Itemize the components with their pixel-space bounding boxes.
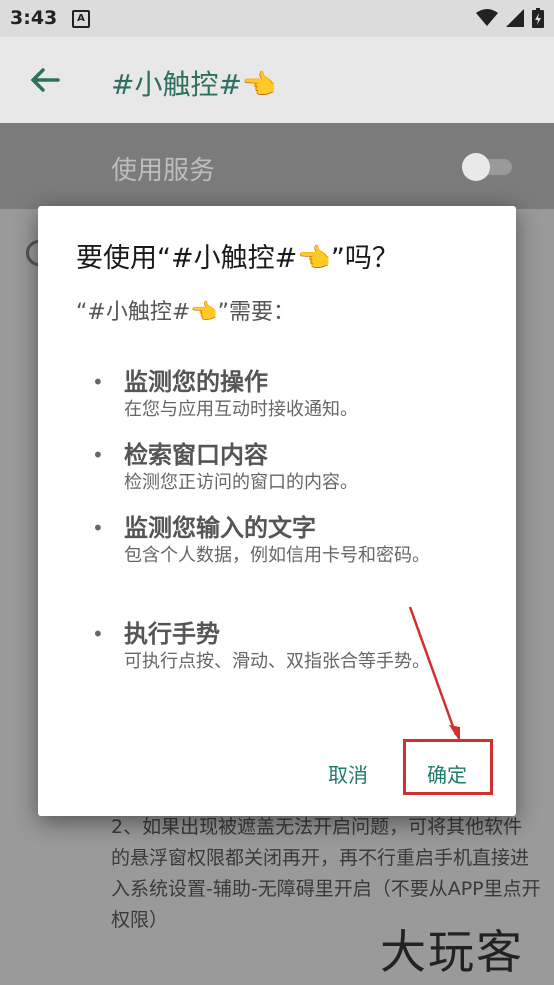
cancel-button[interactable]: 取消 <box>328 759 368 788</box>
bullet-icon: • <box>92 443 104 467</box>
confirm-highlight-box <box>403 739 493 795</box>
dialog-title: 要使用“#小触控#👈”吗？ <box>76 243 399 274</box>
permission-desc: 在您与应用互动时接收通知。 <box>124 399 358 420</box>
permission-desc: 可执行点按、滑动、双指张合等手势。 <box>124 651 430 672</box>
bullet-icon: • <box>92 622 104 646</box>
signal-icon <box>506 9 524 27</box>
status-icons <box>476 8 544 28</box>
toolbar-title: #小触控#👈 <box>111 68 277 101</box>
use-service-label: 使用服务 <box>111 156 216 186</box>
service-toggle[interactable] <box>462 153 514 181</box>
status-bar: 3:43 A <box>0 0 554 37</box>
permission-title: 监测您输入的文字 <box>124 514 316 542</box>
bullet-icon: • <box>92 516 104 540</box>
wifi-icon <box>476 9 498 26</box>
permission-desc: 包含个人数据，例如信用卡号和密码。 <box>124 545 430 566</box>
battery-icon <box>532 8 544 28</box>
permission-desc: 检测您正访问的窗口的内容。 <box>124 472 358 493</box>
bullet-icon: • <box>92 370 104 394</box>
status-time: 3:43 <box>10 7 58 29</box>
permission-title: 监测您的操作 <box>124 368 268 396</box>
app-toolbar: #小触控#👈 <box>0 37 554 123</box>
permission-title: 执行手势 <box>124 620 220 648</box>
toggle-thumb <box>462 153 490 181</box>
back-arrow-icon[interactable] <box>28 63 62 97</box>
permission-dialog: 要使用“#小触控#👈”吗？ “#小触控#👈”需要： • 监测您的操作 在您与应用… <box>38 206 516 816</box>
permission-title: 检索窗口内容 <box>124 441 268 469</box>
watermark-logo: 大玩客 <box>380 925 524 979</box>
notification-icon: A <box>72 10 90 28</box>
use-service-row[interactable]: 使用服务 <box>0 123 554 209</box>
dialog-subtitle: “#小触控#👈”需要： <box>76 300 296 325</box>
